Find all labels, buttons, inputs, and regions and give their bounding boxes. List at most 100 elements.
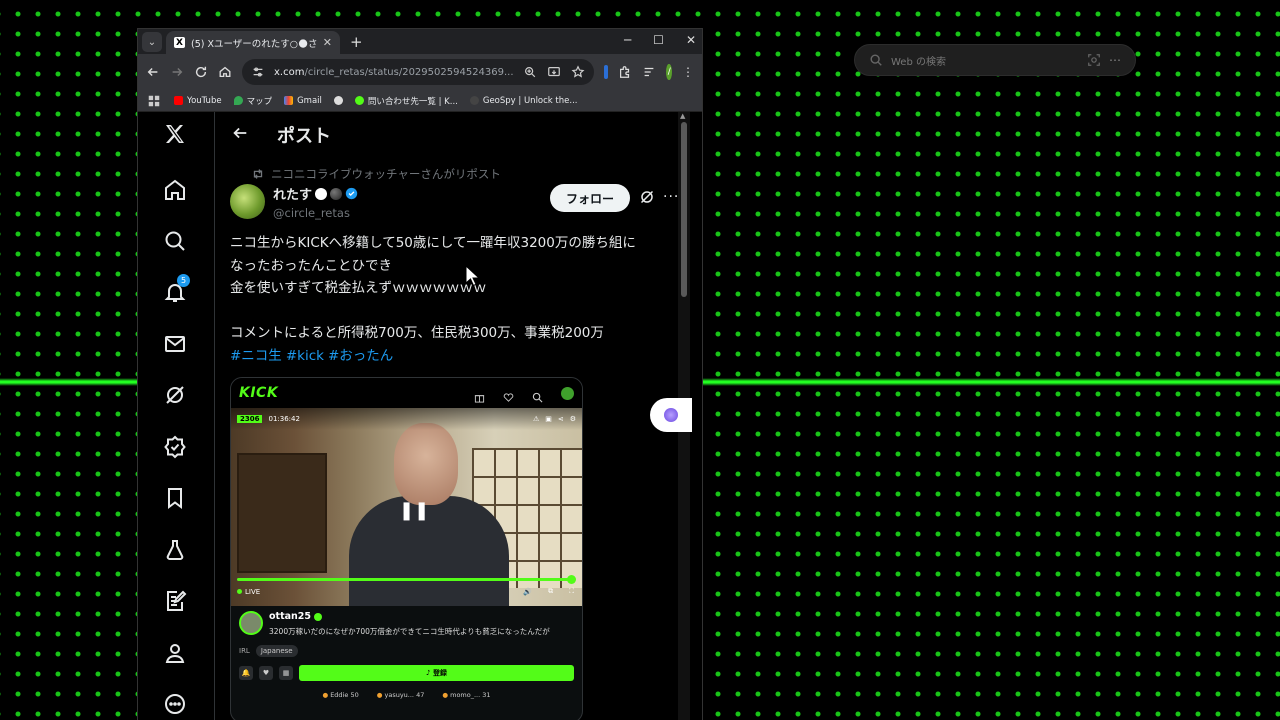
- zoom-icon[interactable]: [522, 64, 538, 80]
- author-handle[interactable]: @circle_retas: [273, 206, 358, 220]
- x-favicon-icon: X: [174, 37, 185, 48]
- heart-icon: [503, 388, 514, 402]
- white-circle-emoji: [315, 187, 328, 200]
- hashtag-link[interactable]: #kick: [286, 348, 324, 364]
- bookmark-gmail[interactable]: Gmail: [284, 96, 322, 106]
- streamer-avatar: [239, 611, 263, 635]
- messages-envelope-icon[interactable]: [163, 332, 189, 358]
- bookmark-contacts[interactable]: 問い合わせ先一覧 | K...: [354, 95, 458, 107]
- site-info-icon[interactable]: [250, 64, 266, 80]
- repost-context[interactable]: ニコニコライブウォッチャーさんがリポスト: [251, 166, 501, 182]
- post-media-screenshot[interactable]: KICK 2306 01:36:42 ⚠ ▣ ⋖ ⚙ ❚❚ LIVE 🔊 ⧉ ⛶…: [230, 377, 583, 720]
- scroll-thumb[interactable]: [681, 122, 687, 297]
- share-icon: ⋖: [557, 415, 564, 423]
- left-nav: 5: [138, 112, 215, 720]
- forward-icon[interactable]: [170, 64, 184, 80]
- bookmarks-bar: YouTube マップ Gmail 問い合わせ先一覧 | K... GeoSpy…: [138, 90, 702, 112]
- hashtag-link[interactable]: #ニコ生: [230, 348, 282, 364]
- address-bar[interactable]: x.com/circle_retas/status/20295025945243…: [242, 59, 594, 85]
- web-search-widget[interactable]: Web の検索 ⋯: [854, 44, 1136, 76]
- bookmark-maps[interactable]: マップ: [233, 95, 272, 107]
- repost-icon: [253, 169, 263, 179]
- kick-follow-button: ♪ 登録: [299, 665, 574, 681]
- bookmark-youtube[interactable]: YouTube: [174, 96, 222, 106]
- viewer-count: 2306: [237, 415, 263, 423]
- grok-floating-button[interactable]: [650, 398, 692, 432]
- tab-search-icon[interactable]: ⌄: [142, 32, 162, 52]
- profile-avatar[interactable]: /: [666, 64, 672, 80]
- maximize-icon[interactable]: ☐: [653, 33, 664, 47]
- explore-search-icon[interactable]: [163, 229, 189, 255]
- articles-compose-icon[interactable]: [163, 589, 189, 615]
- author-avatar[interactable]: [230, 184, 265, 219]
- jobs-labs-icon[interactable]: [163, 538, 189, 564]
- install-app-icon[interactable]: [546, 64, 562, 80]
- author-block: れたす @circle_retas: [230, 184, 358, 220]
- verified-dot-icon: [314, 612, 323, 621]
- contact-list-icon: [354, 96, 364, 105]
- follow-button[interactable]: フォロー: [550, 184, 630, 212]
- bookmarks-icon[interactable]: [163, 486, 189, 512]
- repost-label: ニコニコライブウォッチャーさんがリポスト: [271, 167, 501, 181]
- post-text: ニコ生からKICKへ移籍して50歳にして一躍年収3200万の勝ち組に なったおっ…: [230, 232, 680, 367]
- display-name-row[interactable]: れたす: [273, 184, 358, 203]
- more-options-icon[interactable]: ···: [663, 189, 679, 205]
- tab-strip: ⌄ X (5) Xユーザーのれたす○🌑さん: 「ニ ✕ + ─ ☐ ✕: [138, 29, 702, 54]
- reload-icon[interactable]: [194, 64, 208, 80]
- stream-title: 3200万稼いだのになぜか700万借金ができてニコ生時代よりも貧乏になったんだが: [269, 627, 550, 636]
- extensions-puzzle-icon[interactable]: [618, 64, 632, 80]
- hashtags: #ニコ生 #kick #おったん: [230, 345, 680, 368]
- volume-icon: 🔊: [523, 587, 533, 596]
- browser-toolbar: x.com/circle_retas/status/20295025945243…: [138, 54, 702, 90]
- post-header: ポスト: [215, 112, 690, 158]
- home-icon[interactable]: [163, 178, 189, 204]
- more-circle-icon[interactable]: [163, 692, 189, 718]
- tab-close-icon[interactable]: ✕: [323, 36, 332, 49]
- stream-info: ottan25 3200万稼いだのになぜか700万借金ができてニコ生時代よりも貧…: [231, 606, 582, 720]
- language-pill: Japanese: [255, 645, 298, 657]
- streamer-name: ottan25: [269, 611, 312, 622]
- home-icon[interactable]: [218, 64, 232, 80]
- settings-gear-icon: ⚙: [569, 415, 576, 423]
- bookmark-star-icon[interactable]: [570, 64, 586, 80]
- premium-verified-icon[interactable]: [163, 435, 189, 461]
- grok-icon[interactable]: [163, 383, 189, 409]
- bell-icon: 🔔: [239, 666, 253, 680]
- profile-icon[interactable]: [163, 641, 189, 667]
- reading-list-icon[interactable]: [642, 64, 656, 80]
- notification-badge: 5: [177, 274, 190, 287]
- close-window-icon[interactable]: ✕: [686, 33, 696, 47]
- warning-icon: ⚠: [532, 415, 540, 423]
- bookmark-globe[interactable]: [333, 96, 343, 105]
- live-indicator: LIVE: [237, 588, 507, 596]
- scroll-up-icon[interactable]: ▲: [680, 112, 685, 120]
- kick-topbar: KICK: [231, 378, 582, 408]
- heart-icon: ♥: [259, 666, 273, 680]
- grok-explain-icon[interactable]: [639, 189, 655, 205]
- tab-title: (5) Xユーザーのれたす○🌑さん: 「ニ: [191, 38, 317, 50]
- video-overlay-bottom: LIVE 🔊 ⧉ ⛶: [237, 587, 574, 596]
- extension-icon[interactable]: [603, 65, 609, 79]
- stream-tags: IRL Japanese: [239, 645, 574, 657]
- visual-search-icon[interactable]: [1087, 53, 1101, 67]
- pip-icon: ⧉: [548, 587, 554, 595]
- video-bg-shelf: [237, 453, 327, 573]
- stream-time: 01:36:42: [268, 415, 300, 423]
- fullscreen-icon: ⛶: [569, 587, 574, 595]
- back-icon[interactable]: [146, 64, 160, 80]
- stream-video: 2306 01:36:42 ⚠ ▣ ⋖ ⚙ ❚❚ LIVE 🔊 ⧉ ⛶: [231, 408, 582, 606]
- x-logo-icon[interactable]: [163, 122, 189, 148]
- active-tab[interactable]: X (5) Xユーザーのれたす○🌑さん: 「ニ ✕: [166, 31, 340, 54]
- gift-icon: ▦: [279, 666, 293, 680]
- minimize-icon[interactable]: ─: [624, 33, 631, 47]
- back-arrow-icon[interactable]: [231, 124, 249, 146]
- apps-grid-icon[interactable]: [146, 93, 162, 109]
- new-tab-button[interactable]: +: [350, 33, 363, 51]
- stream-actions: 🔔 ♥ ▦ ♪ 登録: [239, 665, 574, 681]
- hashtag-link[interactable]: #おったん: [328, 348, 393, 364]
- bookmark-geospy[interactable]: GeoSpy | Unlock the...: [469, 96, 578, 106]
- chrome-menu-icon[interactable]: ⋮: [682, 64, 694, 80]
- notifications-bell-icon[interactable]: 5: [163, 274, 190, 306]
- more-icon[interactable]: ⋯: [1109, 53, 1121, 67]
- display-name: れたす: [273, 188, 313, 203]
